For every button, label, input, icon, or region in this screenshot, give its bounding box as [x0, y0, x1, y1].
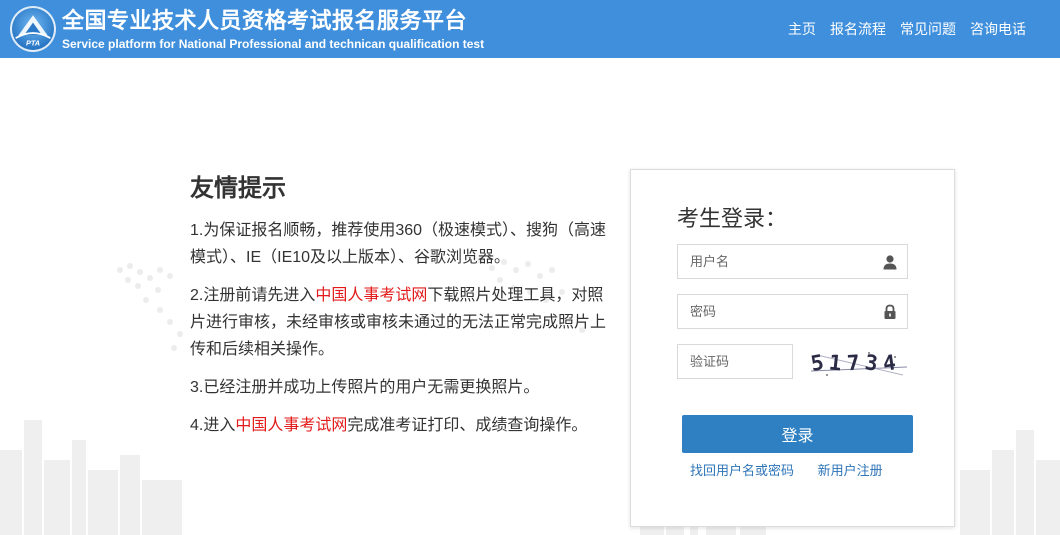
captcha-field-wrapper — [677, 344, 793, 379]
tip-item-1: 1.为保证报名顺畅，推荐使用360（极速模式）、搜狗（高速模式）、IE（IE10… — [190, 222, 607, 266]
cpta-link[interactable]: 中国人事考试网 — [235, 417, 347, 434]
register-link[interactable]: 新用户注册 — [818, 463, 883, 478]
login-title: 考生登录： — [677, 206, 788, 231]
cpta-link[interactable]: 中国人事考试网 — [315, 287, 427, 304]
tips-panel: 友情提示 1.为保证报名顺畅，推荐使用360（极速模式）、搜狗（高速模式）、IE… — [190, 168, 610, 450]
captcha-image[interactable]: 5 1 7 3 4 — [807, 347, 911, 381]
login-button[interactable]: 登录 — [682, 415, 913, 453]
tip-item-3: 3.已经注册并成功上传照片的用户无需更换照片。 — [190, 379, 540, 396]
top-header: PTA 全国专业技术人员资格考试报名服务平台 Service platform … — [0, 0, 1060, 58]
site-subtitle: Service platform for National Profession… — [62, 37, 485, 51]
nav-registration-process-link[interactable]: 报名流程 — [830, 19, 886, 39]
pta-logo-icon[interactable]: PTA — [10, 6, 56, 52]
logo-text: PTA — [26, 38, 40, 47]
user-icon — [883, 255, 897, 270]
nav-home-link[interactable]: 主页 — [788, 19, 816, 39]
tips-title: 友情提示 — [190, 175, 286, 202]
login-card: 考生登录： 5 1 7 3 4 登录 找回用户名或密码 新 — [630, 169, 955, 527]
tip-item-2: 2.注册前请先进入中国人事考试网下载照片处理工具，对照片进行审核，未经审核或审核… — [190, 282, 610, 363]
nav-hotline-link[interactable]: 咨询电话 — [970, 19, 1026, 39]
site-title: 全国专业技术人员资格考试报名服务平台 — [62, 8, 468, 33]
captcha-char: 1 — [827, 350, 843, 376]
username-input[interactable] — [678, 245, 907, 278]
captcha-char: 7 — [846, 350, 861, 376]
tip-text: 2.注册前请先进入 — [190, 287, 316, 304]
password-field-wrapper — [677, 294, 908, 329]
forgot-credentials-link[interactable]: 找回用户名或密码 — [690, 463, 794, 478]
lock-icon — [884, 304, 896, 319]
username-field-wrapper — [677, 244, 908, 279]
tip-text: 4.进入 — [190, 417, 236, 434]
login-links: 找回用户名或密码 新用户注册 — [690, 460, 903, 479]
tip-item-4: 4.进入中国人事考试网完成准考证打印、成绩查询操作。 — [190, 412, 610, 439]
captcha-input[interactable] — [678, 345, 792, 378]
nav-faq-link[interactable]: 常见问题 — [900, 19, 956, 39]
password-input[interactable] — [678, 295, 907, 328]
top-nav: 主页 报名流程 常见问题 咨询电话 — [788, 19, 1026, 39]
tip-text: 完成准考证打印、成绩查询操作。 — [347, 417, 588, 434]
